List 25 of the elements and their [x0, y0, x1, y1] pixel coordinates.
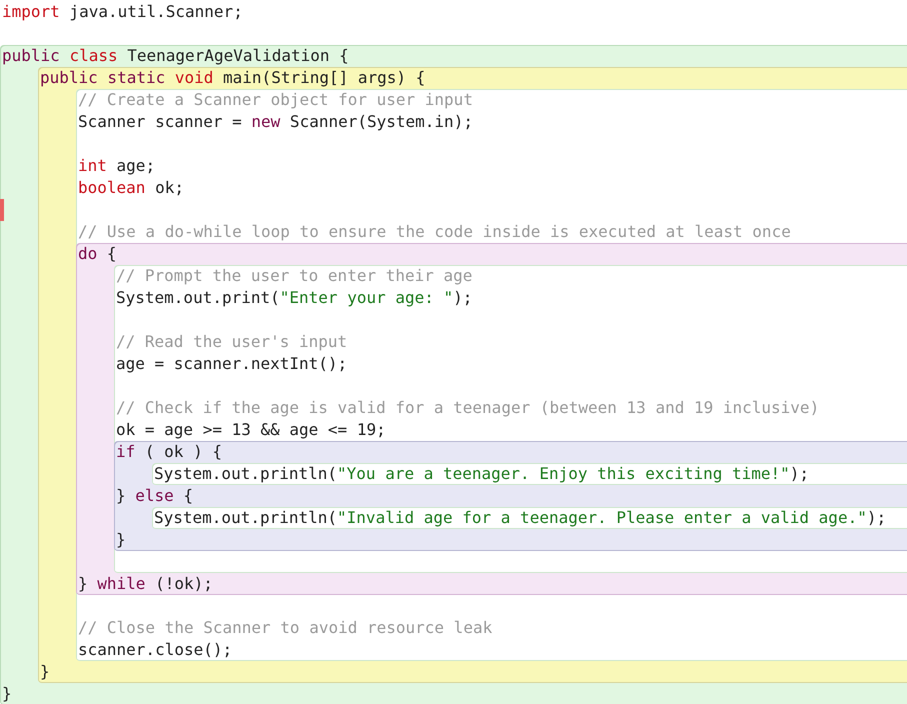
code-line: age = scanner.nextInt();	[115, 353, 348, 375]
code-line: }	[115, 529, 126, 551]
code-line: Scanner scanner = new Scanner(System.in);	[77, 111, 473, 133]
code-line: System.out.println("Invalid age for a teenager. Please enter a valid age.");	[153, 507, 886, 529]
code-line: ok = age >= 13 && age <= 19;	[115, 419, 386, 441]
code-line: // Read the user's input	[115, 331, 348, 353]
code-line: // Use a do-while loop to ensure the code inside is executed at least once	[77, 221, 791, 243]
code-line: public class TeenagerAgeValidation {	[1, 45, 349, 67]
code-line: int age;	[77, 155, 156, 177]
code-line: import java.util.Scanner;	[1, 1, 243, 23]
code-line: // Prompt the user to enter their age	[115, 265, 472, 287]
code-line: } while (!ok);	[77, 573, 213, 595]
code-line: scanner.close();	[77, 639, 232, 661]
code-line: }	[1, 683, 12, 704]
code-line: if ( ok ) {	[115, 441, 222, 463]
code-line: System.out.print("Enter your age: ");	[115, 287, 472, 309]
code-line: // Create a Scanner object for user input	[77, 89, 473, 111]
code-line: public static void main(String[] args) {	[39, 67, 426, 89]
code-line: System.out.println("You are a teenager. Enjoy this exciting time!");	[153, 463, 810, 485]
code-line: // Close the Scanner to avoid resource leak	[77, 617, 492, 639]
code-line: boolean ok;	[77, 177, 184, 199]
code-line: do {	[77, 243, 117, 265]
code-line: // Check if the age is valid for a teenager (between 13 and 19 inclusive)	[115, 397, 820, 419]
code-line: }	[39, 661, 50, 683]
code-line: } else {	[115, 485, 194, 507]
